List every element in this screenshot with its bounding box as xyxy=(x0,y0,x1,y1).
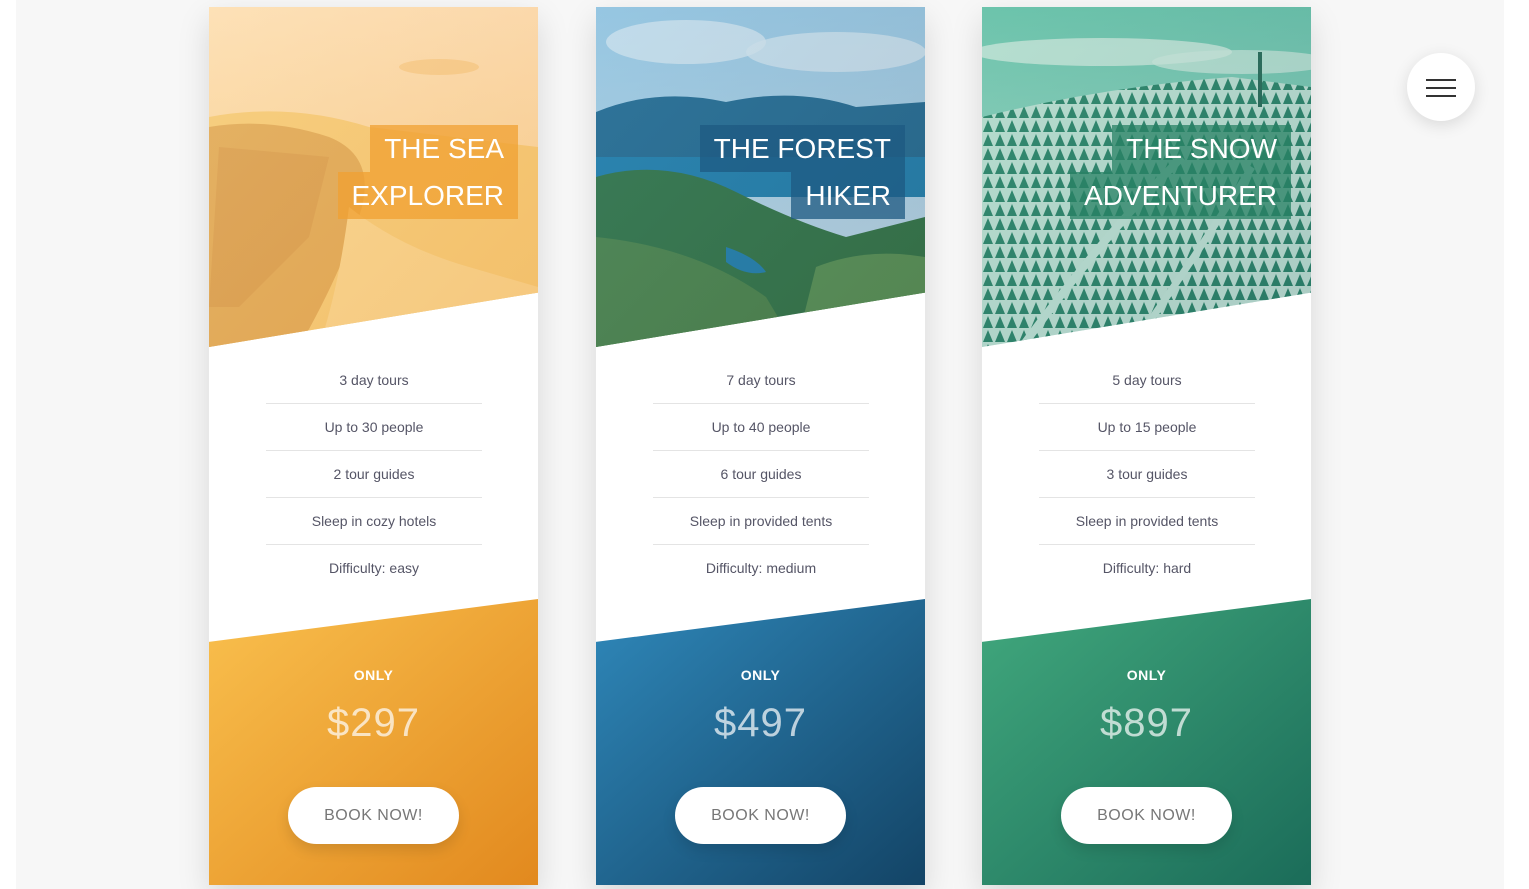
card-title-line-2: EXPLORER xyxy=(337,172,518,219)
card-title-line-2: ADVENTURER xyxy=(1070,172,1291,219)
feature-item: 3 day tours xyxy=(266,357,482,404)
card-title: THE FOREST HIKER xyxy=(699,125,905,219)
card-title-line-1: THE SEA xyxy=(370,125,518,172)
menu-button[interactable] xyxy=(1407,53,1475,121)
price-value: $897 xyxy=(1100,701,1193,745)
feature-item: 7 day tours xyxy=(653,357,869,404)
feature-item: Difficulty: medium xyxy=(705,560,817,576)
tour-card-forest: THE FOREST HIKER 7 day tours Up to 40 pe… xyxy=(596,7,925,885)
feature-item: 6 tour guides xyxy=(653,451,869,498)
feature-item: 2 tour guides xyxy=(266,451,482,498)
card-title-line-2: HIKER xyxy=(791,172,905,219)
feature-item: Difficulty: hard xyxy=(1102,560,1192,576)
feature-list: 7 day tours Up to 40 people 6 tour guide… xyxy=(653,357,869,591)
book-now-button[interactable]: BOOK NOW! xyxy=(675,787,846,844)
price-value: $497 xyxy=(714,701,807,745)
book-now-button[interactable]: BOOK NOW! xyxy=(288,787,459,844)
feature-list: 5 day tours Up to 15 people 3 tour guide… xyxy=(1039,357,1255,591)
tour-card-sea: THE SEA EXPLORER 3 day tours Up to 30 pe… xyxy=(209,7,538,885)
feature-item: Sleep in provided tents xyxy=(653,498,869,545)
feature-item: 3 tour guides xyxy=(1039,451,1255,498)
feature-item: Up to 40 people xyxy=(653,404,869,451)
feature-list: 3 day tours Up to 30 people 2 tour guide… xyxy=(266,357,482,591)
price-label: ONLY xyxy=(1126,667,1167,683)
book-now-button[interactable]: BOOK NOW! xyxy=(1061,787,1232,844)
price-value: $297 xyxy=(327,701,420,745)
feature-item: Up to 15 people xyxy=(1039,404,1255,451)
feature-item: Sleep in provided tents xyxy=(1039,498,1255,545)
price-label: ONLY xyxy=(353,667,394,683)
card-title: THE SEA EXPLORER xyxy=(337,125,518,219)
feature-item: Sleep in cozy hotels xyxy=(266,498,482,545)
card-title: THE SNOW ADVENTURER xyxy=(1070,125,1291,219)
tour-card-snow: THE SNOW ADVENTURER 5 day tours Up to 15… xyxy=(982,7,1311,885)
feature-item: 5 day tours xyxy=(1039,357,1255,404)
card-title-line-1: THE FOREST xyxy=(699,125,905,172)
card-title-line-1: THE SNOW xyxy=(1112,125,1291,172)
price-label: ONLY xyxy=(740,667,781,683)
feature-item: Up to 30 people xyxy=(266,404,482,451)
feature-item: Difficulty: easy xyxy=(329,560,419,576)
